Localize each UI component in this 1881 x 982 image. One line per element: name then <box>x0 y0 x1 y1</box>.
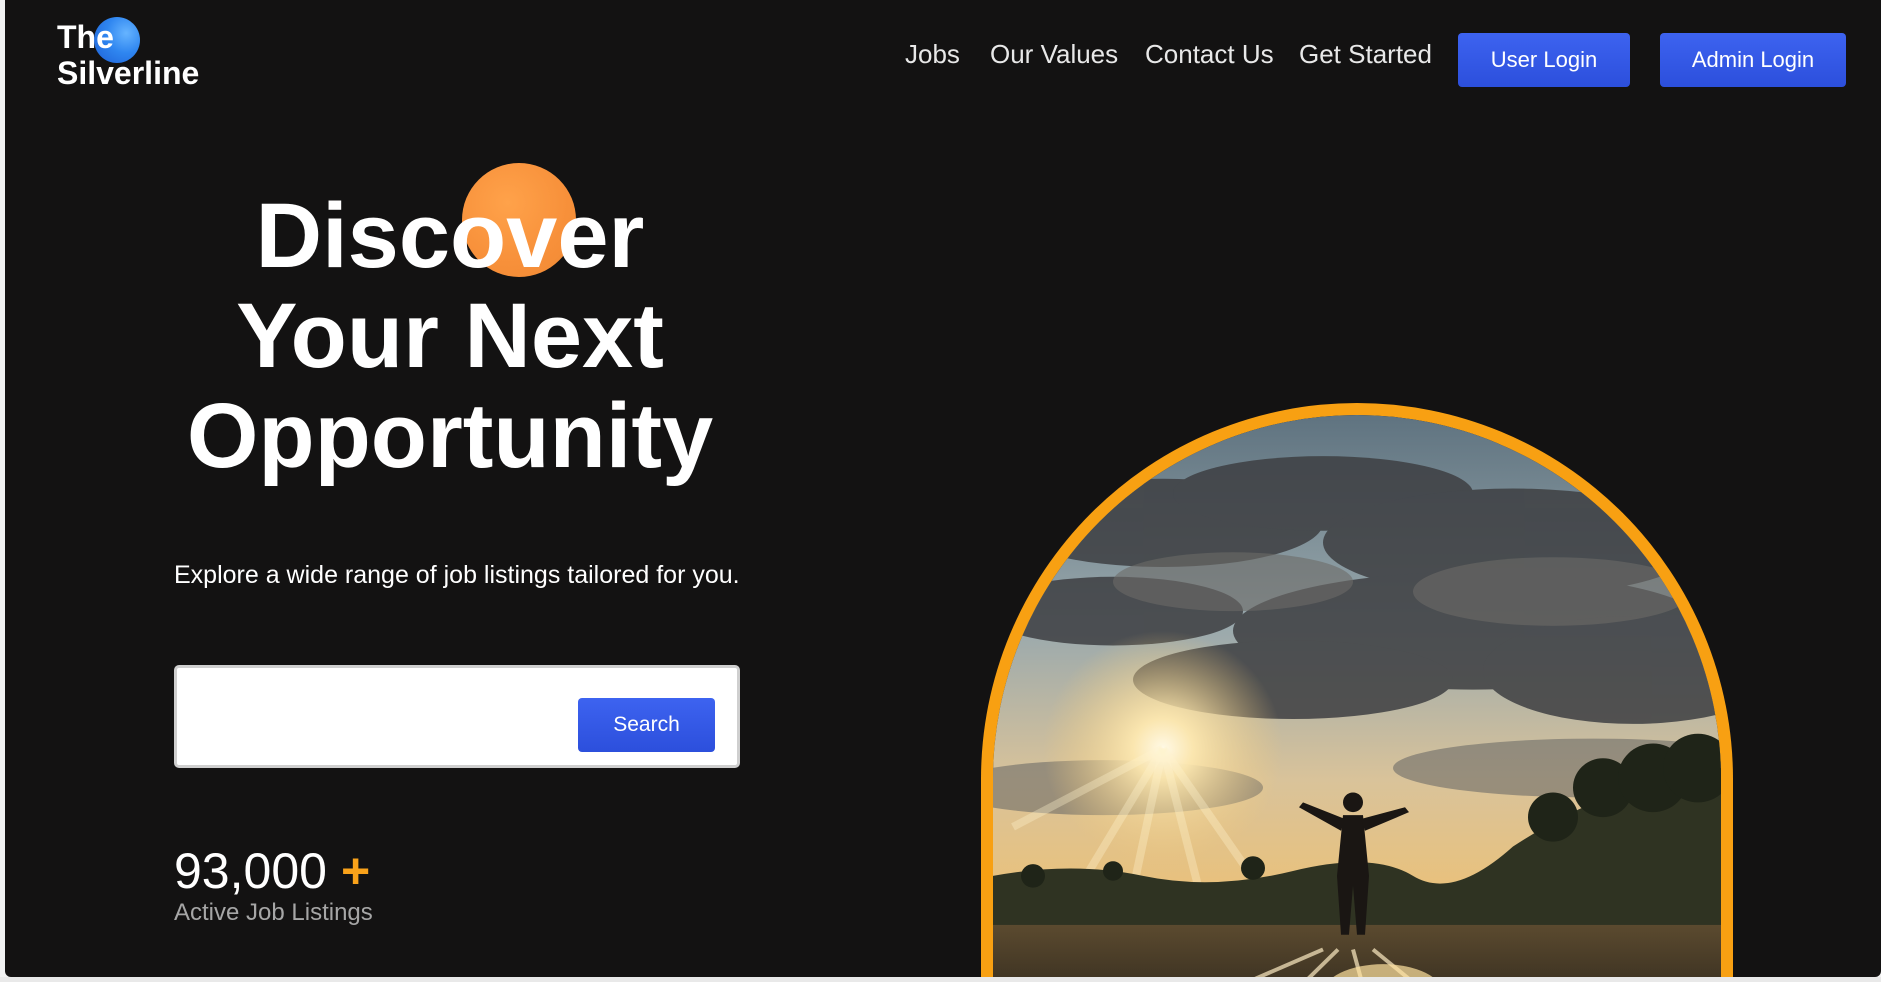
hero-title-line2: Your Next <box>236 285 664 387</box>
hero-title: Discover Your Next Opportunity <box>135 186 765 486</box>
page-canvas: The Silverline Jobs Our Values Contact U… <box>5 0 1881 977</box>
nav-link-our-values[interactable]: Our Values <box>990 37 1118 71</box>
nav-link-get-started[interactable]: Get Started <box>1299 37 1432 71</box>
stat-plus: + <box>340 843 371 899</box>
search-box: Search <box>174 665 740 768</box>
stat-count: 93,000 + <box>174 843 370 899</box>
user-login-button[interactable]: User Login <box>1458 33 1630 87</box>
hero-subtitle: Explore a wide range of job listings tai… <box>174 561 740 589</box>
admin-login-button[interactable]: Admin Login <box>1660 33 1846 87</box>
search-button[interactable]: Search <box>578 698 715 752</box>
hero-title-line1: Discover <box>255 185 645 287</box>
search-input[interactable] <box>189 686 569 748</box>
top-nav: Jobs Our Values Contact Us Get Started U… <box>5 33 1881 89</box>
hero-title-line3: Opportunity <box>186 385 714 487</box>
sunset-photo <box>993 415 1721 977</box>
nav-link-jobs[interactable]: Jobs <box>905 37 960 71</box>
hero-image-arch <box>981 403 1733 977</box>
stat-label: Active Job Listings <box>174 899 373 926</box>
stat-count-value: 93,000 <box>174 843 327 899</box>
page-bottom-edge <box>0 977 1881 982</box>
nav-link-contact-us[interactable]: Contact Us <box>1145 37 1274 71</box>
